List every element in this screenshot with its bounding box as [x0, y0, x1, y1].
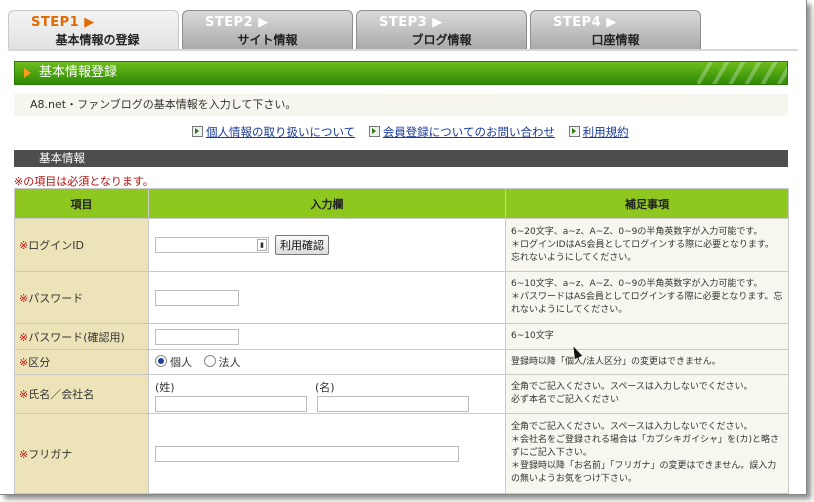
- col-header-item: 項目: [14, 188, 149, 219]
- row-label: ※パスワード: [14, 271, 149, 324]
- row-input: [148, 413, 506, 494]
- step-tabs: STEP1 ▶ 基本情報の登録 STEP2 ▶ サイト情報 STEP3 ▶ ブロ…: [8, 10, 798, 51]
- col-header-notes: 補足事項: [505, 188, 789, 219]
- info-links: 個人情報の取り扱いについて 会員登録についてのお問い合わせ 利用規約: [192, 124, 639, 140]
- row-input: ▮ 利用確認: [148, 218, 506, 272]
- tab-step3-label: ブログ情報: [411, 33, 472, 47]
- row-input: (姓) (名): [148, 374, 506, 414]
- row-note: 全角でご記入ください。スペースは入力しないでください。 ＊会社名をご登録される場…: [505, 413, 789, 494]
- row-note: 6~10文字: [505, 323, 789, 350]
- tab-step2-label: サイト情報: [237, 33, 298, 47]
- tab-step3[interactable]: STEP3 ▶ ブログ情報: [356, 10, 527, 50]
- table-row: ※フリガナ 全角でご記入ください。スペースは入力しないでください。 ＊会社名をご…: [14, 413, 789, 494]
- login-id-input[interactable]: ▮: [155, 237, 269, 253]
- radio-checked-icon: [155, 355, 167, 367]
- row-input: 個人 法人: [148, 349, 506, 375]
- row-label: ※氏名／会社名: [14, 374, 149, 414]
- registration-form-table: 項目 入力欄 補足事項 ※ログインID ▮ 利用確認 6~20文字、a~z、A~Z…: [14, 188, 789, 494]
- given-name-input[interactable]: [317, 395, 469, 412]
- row-note: 全角でご記入ください。スペースは入力しないでください。 必ず本名でご記入ください: [505, 374, 789, 414]
- radio-corporate[interactable]: 法人: [203, 355, 241, 369]
- tab-divider: [8, 49, 798, 51]
- arrow-box-icon: [568, 126, 580, 137]
- row-label: ※フリガナ: [14, 413, 149, 494]
- intro-text: A8.net・ファンブログの基本情報を入力して下さい。: [14, 94, 788, 116]
- table-row: ※パスワード(確認用) 6~10文字: [14, 323, 789, 350]
- arrow-box-icon: [192, 126, 203, 137]
- row-input: [148, 271, 506, 324]
- privacy-link[interactable]: 個人情報の取り扱いについて: [192, 124, 355, 140]
- col-header-input: 入力欄: [148, 188, 506, 219]
- row-label: ※パスワード(確認用): [14, 323, 149, 350]
- row-note: 6~10文字、a~z、A~Z、0~9の半角英数字が入力可能です。 ＊パスワードは…: [505, 271, 789, 324]
- terms-link[interactable]: 利用規約: [568, 124, 629, 140]
- check-availability-button[interactable]: 利用確認: [275, 235, 329, 255]
- row-label: ※ログインID: [14, 218, 149, 272]
- password-input[interactable]: [155, 289, 239, 306]
- tab-step1[interactable]: STEP1 ▶ 基本情報の登録: [8, 10, 179, 51]
- surname-input[interactable]: [155, 395, 307, 412]
- tab-step4[interactable]: STEP4 ▶ 口座情報: [530, 10, 701, 50]
- tab-step2[interactable]: STEP2 ▶ サイト情報: [182, 10, 353, 50]
- page-title-bar: 基本情報登録: [14, 61, 788, 85]
- table-row: ※ログインID ▮ 利用確認 6~20文字、a~z、A~Z、0~9の半角英数字が入…: [14, 218, 789, 272]
- radio-individual[interactable]: 個人: [155, 355, 192, 369]
- tab-step1-label: 基本情報の登録: [37, 31, 158, 51]
- furigana-input[interactable]: [155, 445, 459, 462]
- table-header-row: 項目 入力欄 補足事項: [14, 188, 789, 219]
- password-confirm-input[interactable]: [155, 328, 239, 345]
- radio-unchecked-icon: [203, 355, 216, 367]
- given-name-label: (名): [315, 380, 335, 394]
- tab-step2-step: STEP2 ▶: [205, 15, 269, 30]
- surname-label: (姓): [155, 380, 175, 394]
- arrow-icon: [24, 68, 31, 78]
- table-row: ※区分 個人 法人 登録時以降「個人/法人区分」の変更はできません。: [14, 349, 789, 375]
- page-title: 基本情報登録: [39, 65, 118, 80]
- decorative-stripes: [697, 62, 787, 84]
- browser-viewport: STEP1 ▶ 基本情報の登録 STEP2 ▶ サイト情報 STEP3 ▶ ブロ…: [0, 0, 807, 495]
- tab-step4-step: STEP4 ▶: [553, 15, 617, 30]
- tab-step3-step: STEP3 ▶: [379, 15, 443, 30]
- required-note: ※の項目は必須となります。: [14, 175, 154, 188]
- tab-step4-label: 口座情報: [591, 33, 640, 47]
- row-label: ※区分: [14, 349, 149, 375]
- arrow-box-icon: [368, 126, 380, 137]
- row-input: [148, 323, 506, 350]
- row-note: 6~20文字、a~z、A~Z、0~9の半角英数字が入力可能です。 ＊ログインID…: [505, 218, 789, 272]
- table-row: ※パスワード 6~10文字、a~z、A~Z、0~9の半角英数字が入力可能です。 …: [14, 271, 789, 324]
- section-header: 基本情報: [14, 150, 788, 167]
- tab-step1-step: STEP1 ▶: [31, 15, 95, 30]
- row-note: 登録時以降「個人/法人区分」の変更はできません。: [505, 349, 789, 375]
- contact-link[interactable]: 会員登録についてのお問い合わせ: [368, 124, 555, 140]
- table-row: ※氏名／会社名 (姓) (名) 全角でご記入ください。スペースは入力しないでくだ…: [14, 374, 789, 414]
